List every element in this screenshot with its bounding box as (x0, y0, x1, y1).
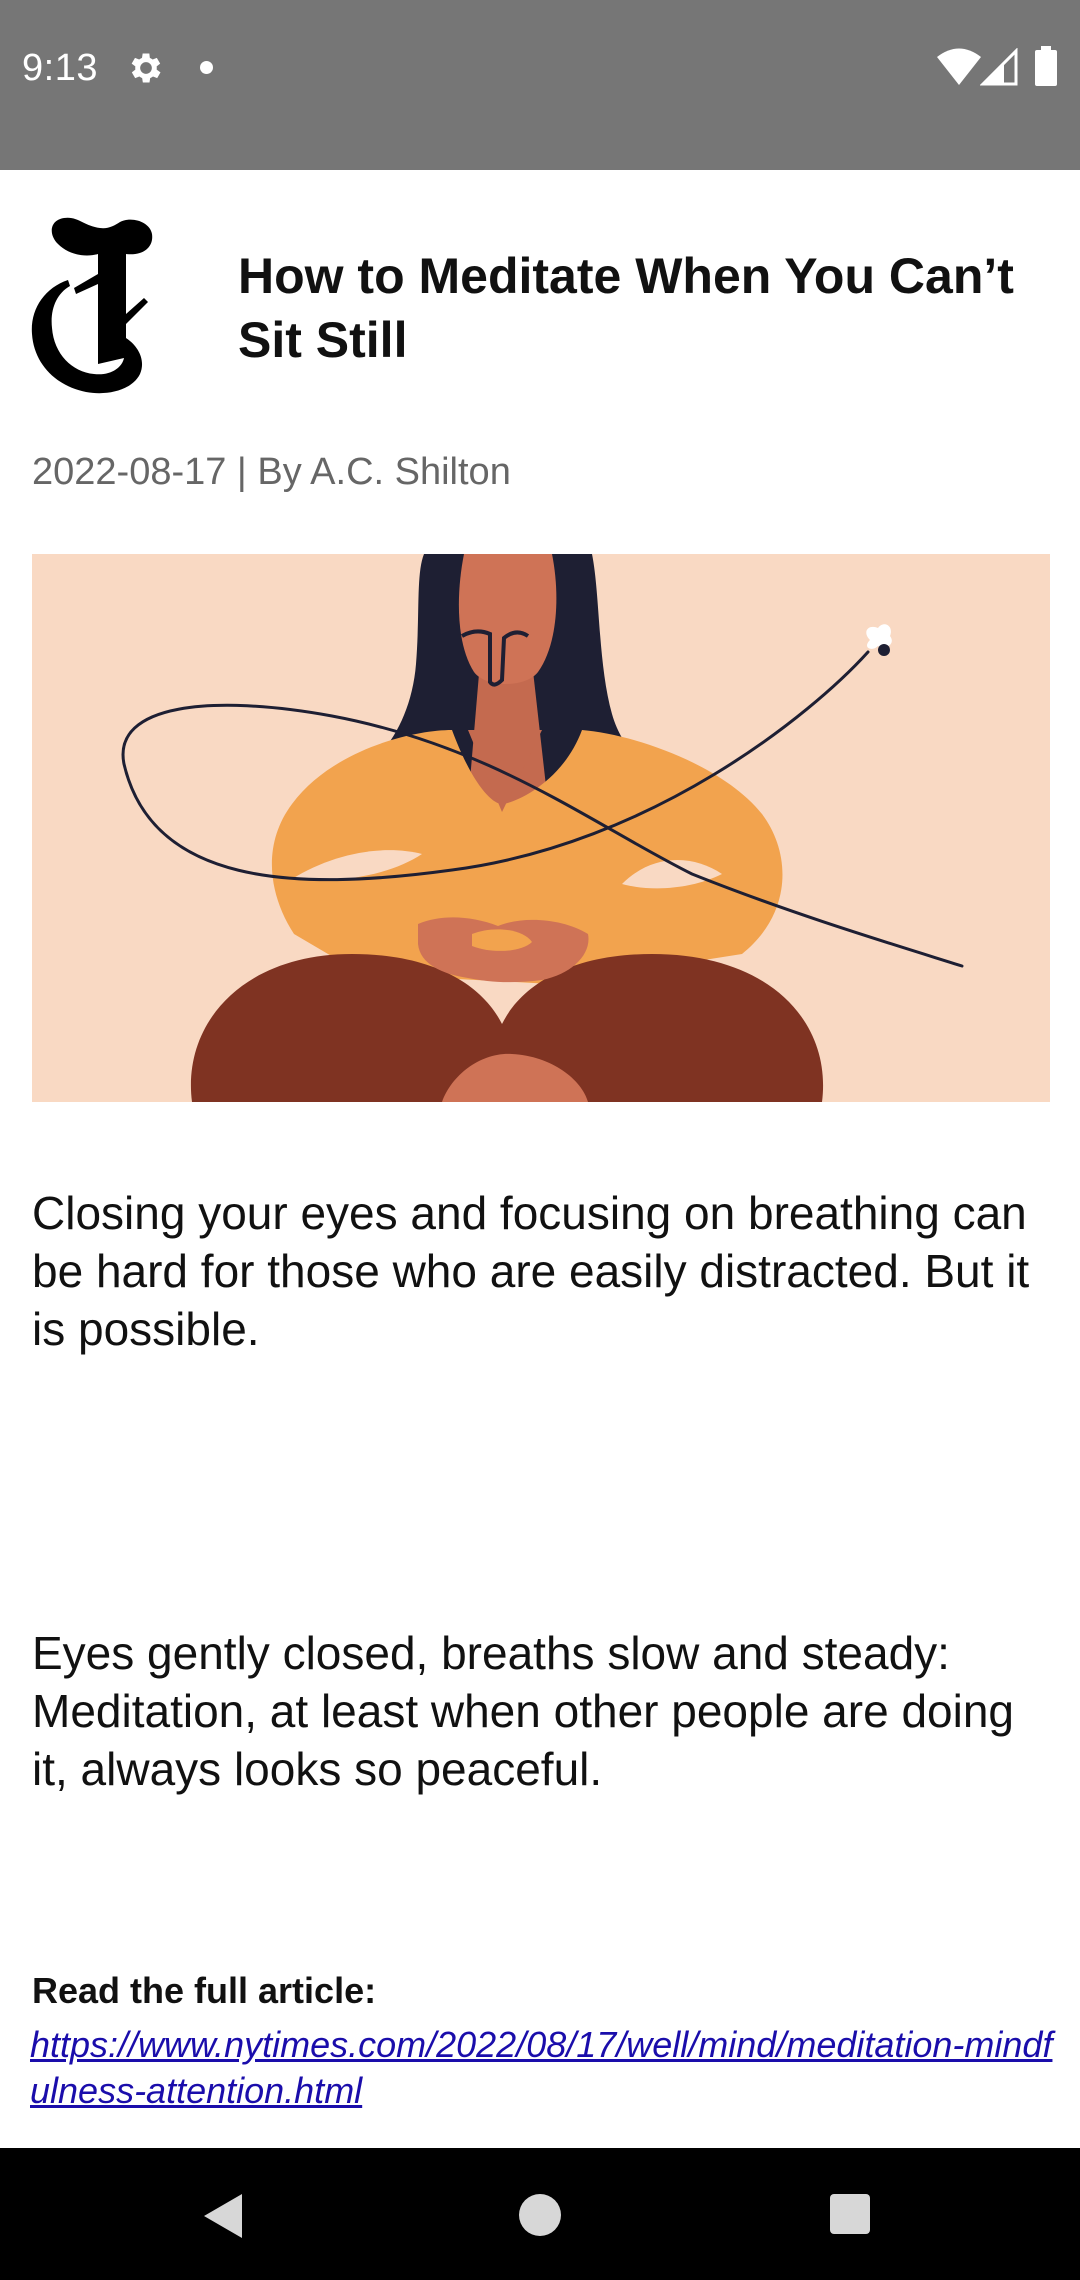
article-link[interactable]: https://www.nytimes.com/2022/08/17/well/… (30, 2022, 1060, 2114)
article-byline: 2022-08-17 | By A.C. Shilton (32, 451, 511, 493)
notification-dot-icon (200, 61, 213, 74)
cell-signal-icon (980, 48, 1018, 86)
article-paragraph: Eyes gently closed, breaths slow and ste… (32, 1627, 1014, 1795)
home-icon[interactable] (519, 2194, 561, 2236)
status-time: 9:13 (22, 47, 98, 89)
recents-icon[interactable] (830, 2194, 870, 2234)
nyt-t-logo (31, 217, 153, 394)
navigation-bar (0, 2148, 1080, 2280)
battery-icon (1035, 46, 1057, 86)
gear-icon (131, 53, 161, 83)
read-more-label: Read the full article: (32, 1970, 377, 2011)
article-paragraph: Closing your eyes and focusing on breath… (32, 1187, 1030, 1355)
back-icon[interactable] (202, 2192, 246, 2240)
article-title: How to Meditate When You Can’t Sit Still (238, 248, 1014, 368)
status-bar: 9:13 (0, 0, 1080, 170)
wifi-icon (937, 48, 981, 85)
hero-image (32, 554, 1050, 1102)
